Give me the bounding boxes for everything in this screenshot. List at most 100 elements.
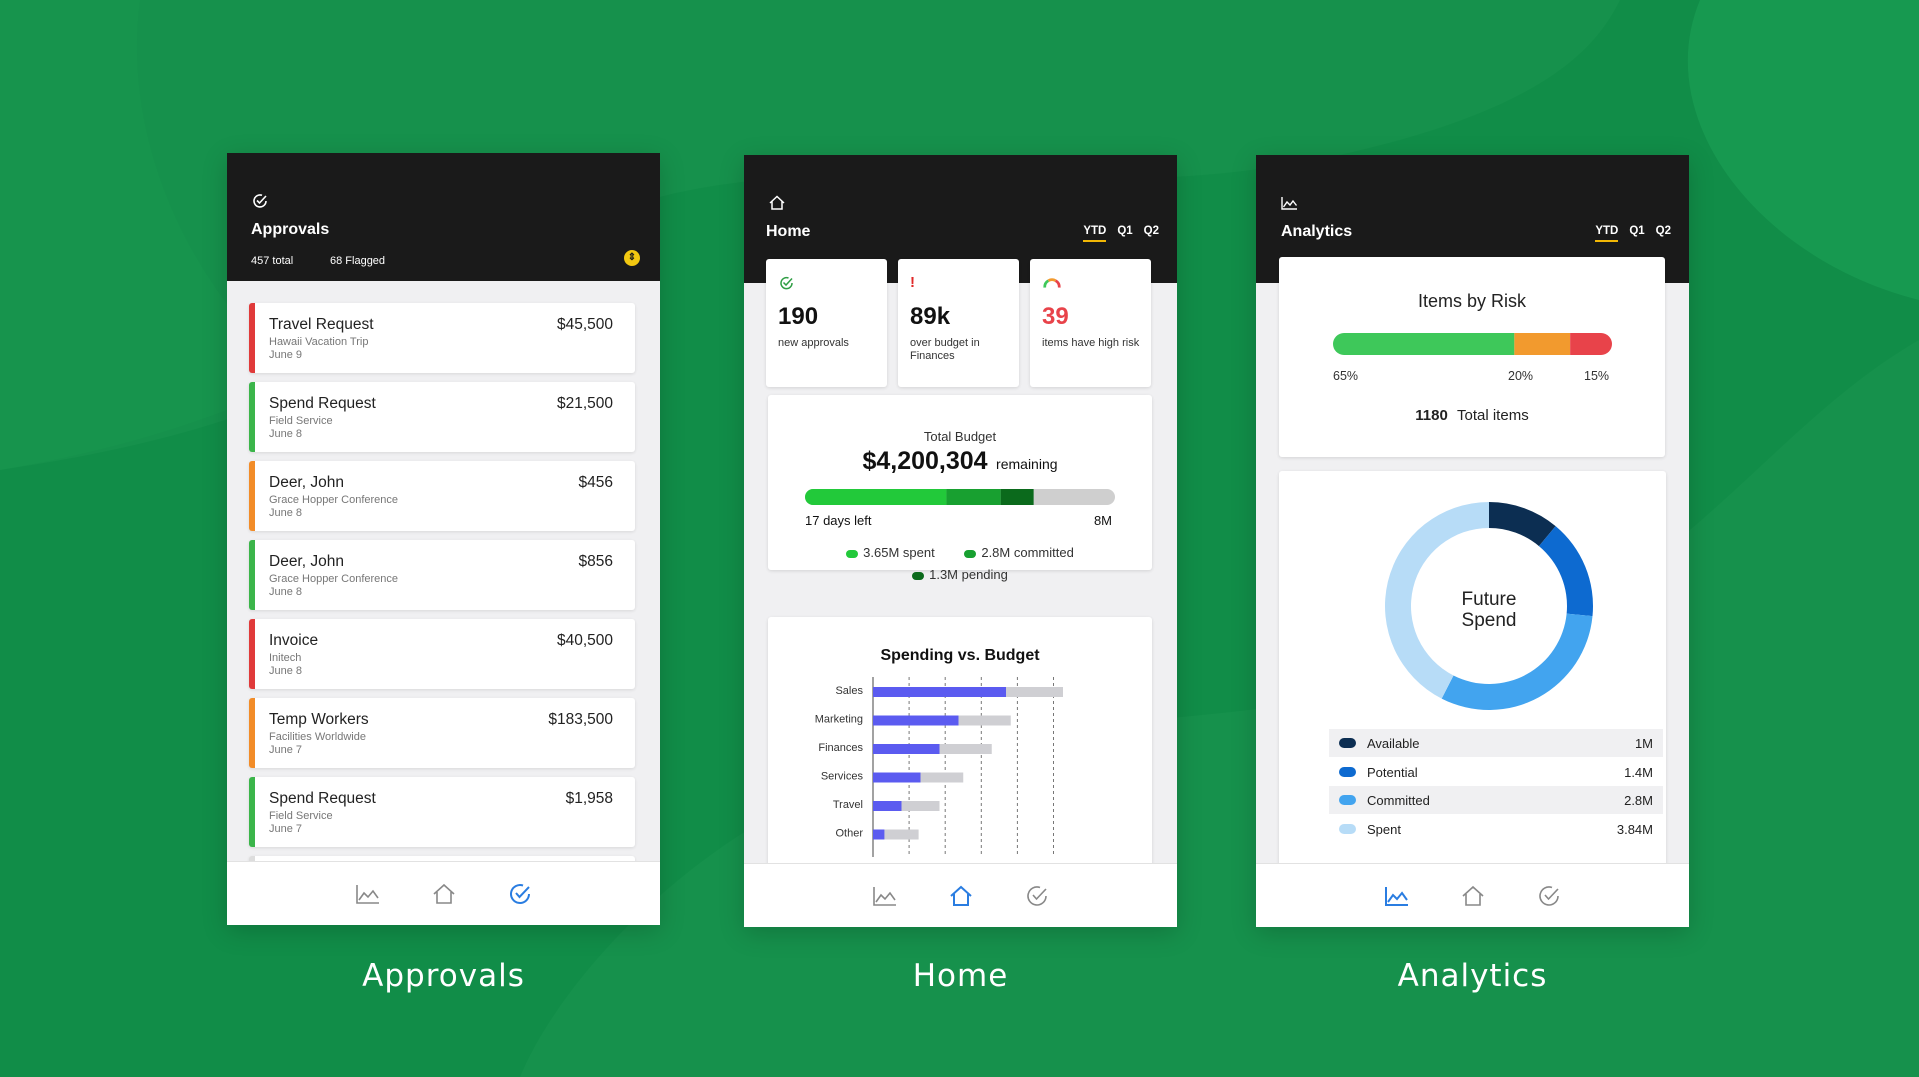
approval-date: June 9 [269,349,303,361]
risk-total-label: Total items [1457,407,1529,424]
approval-card[interactable]: Temp Workers Facilities Worldwide June 7 $1… [249,698,635,768]
risk-pct-high: 15% [1584,369,1610,383]
risk-gauge-icon [1043,278,1061,288]
approval-card[interactable]: Spend Request Field Service June 8 $21,500 [249,382,635,452]
approval-card[interactable]: Travel Request Hawaii Vacation Trip June 9… [249,303,635,373]
budget-bar-spent [805,489,947,505]
donut-center-line1: Future [1461,589,1517,610]
stat-value: 39 [1042,303,1069,330]
approval-date: June 7 [269,823,303,835]
flagged-count[interactable]: 68 Flagged [330,255,385,267]
approvals-nav-icon[interactable] [1534,881,1564,911]
total-budget-panel: Total Budget $4,200,304 remaining 17 day… [768,395,1152,582]
budget-max: 8M [1093,513,1112,528]
total-count: 457 total [251,255,294,267]
approval-check-icon [253,194,267,208]
legend-swatch [1339,738,1356,748]
budget-remaining-label: remaining [996,456,1058,472]
donut-center-line2: Spend [1461,610,1517,631]
home-nav-icon[interactable] [429,879,459,909]
tab-ytd[interactable]: YTD [1083,225,1107,242]
stat-card-budget[interactable]: ! 89k over budget in Finances [898,259,1019,387]
period-tabs: YTD Q1 Q2 [1083,225,1159,242]
approval-subtitle: Field Service [269,415,333,427]
legend-row: Potential 1.4M [1329,757,1663,786]
approval-amount: $45,500 [556,316,613,333]
approvals-header: Approvals 457 total 68 Flagged ⇕ [227,153,660,281]
analytics-icon [1281,197,1298,210]
approval-amount: $40,500 [556,632,613,649]
approval-date: June 8 [269,507,303,519]
approvals-caption: Approvals [362,958,525,994]
approval-amount: $456 [578,474,613,491]
approval-amount: $21,500 [556,395,613,412]
donut-center-label: Future Spend [1381,589,1597,631]
stat-card-approvals[interactable]: 190 new approvals [766,259,887,387]
category-label: Travel [833,799,863,811]
approval-title: Deer, John [269,553,344,570]
legend-name: Spent [1367,821,1401,837]
exclamation-icon: ! [910,274,915,291]
risk-segment [1333,333,1515,355]
tab-q2[interactable]: Q2 [1656,225,1671,242]
risk-title: Items by Risk [1417,291,1527,311]
spending-bar [873,829,885,840]
analytics-nav-icon[interactable] [1382,881,1412,911]
approval-title: Spend Request [269,790,376,807]
approval-card[interactable]: Deer, John Grace Hopper Conference June 8 $… [249,461,635,531]
sort-toggle-icon[interactable]: ⇕ [624,250,640,266]
tab-ytd[interactable]: YTD [1595,225,1619,242]
home-nav-icon[interactable] [946,881,976,911]
stat-label: over budget in Finances [910,337,980,362]
risk-pct-mid: 20% [1508,369,1534,383]
legend-value: 1M [1634,736,1653,751]
approval-date: June 8 [269,428,303,440]
approval-date: June 8 [269,586,303,598]
spending-bar [873,744,940,754]
period-tabs: YTD Q1 Q2 [1595,225,1671,242]
legend-committed: 2.8M committed [964,545,1074,560]
future-spend-panel: Future Spend Available 1M Potential 1.4M Com… [1279,471,1666,871]
analytics-caption: Analytics [1397,958,1548,994]
analytics-nav-icon[interactable] [870,881,900,911]
stat-card-risk[interactable]: 39 items have high risk [1030,259,1151,387]
legend-row: Committed 2.8M [1329,786,1663,814]
legend-name: Committed [1367,793,1430,808]
category-label: Sales [835,685,863,697]
risk-total: 1180 Total items [1279,407,1665,424]
analytics-nav-icon[interactable] [353,879,383,909]
legend-row: Spent 3.84M [1329,814,1663,843]
legend-value: 1.4M [1624,764,1653,780]
bottom-nav [744,863,1177,927]
home-nav-icon[interactable] [1458,881,1488,911]
legend-swatch [1339,766,1356,777]
budget-amount-row: $4,200,304 remaining [768,447,1152,476]
approval-card[interactable]: Invoice Initech June 8 $40,500 [249,619,635,689]
stat-value: 190 [778,303,819,330]
risk-pct-low: 65% [1333,369,1359,383]
approval-title: Invoice [269,632,319,649]
spending-bar [873,801,902,811]
tab-q1[interactable]: Q1 [1117,225,1132,242]
tab-q1[interactable]: Q1 [1629,225,1644,242]
stat-value: 89k [910,303,951,330]
approval-card[interactable]: Spend Request Field Service June 7 $1,958 [249,777,635,847]
legend-value: 2.8M [1624,793,1653,808]
approvals-screen: Approvals 457 total 68 Flagged ⇕ Travel … [227,153,660,925]
approvals-nav-icon[interactable] [505,879,535,909]
risk-total-number: 1180 [1415,407,1448,424]
approval-amount: $856 [578,553,613,570]
legend-swatch [1339,795,1356,805]
analytics-screen: Analytics YTD Q1 Q2 Items by Risk 65% 20… [1256,155,1689,927]
approvals-nav-icon[interactable] [1022,881,1052,911]
approval-title: Temp Workers [269,711,369,728]
approval-check-icon [780,276,793,290]
page-title: Home [766,223,811,240]
approval-card[interactable]: Deer, John Grace Hopper Conference June 8 $… [249,540,635,610]
legend-row: Available 1M [1329,729,1663,757]
approval-subtitle: Initech [269,652,302,664]
items-by-risk-panel: Items by Risk 65% 20% 15% 1180 Total ite… [1279,257,1665,457]
home-caption: Home [912,958,1009,994]
tab-q2[interactable]: Q2 [1144,225,1159,242]
budget-bar-pending [1000,489,1034,505]
